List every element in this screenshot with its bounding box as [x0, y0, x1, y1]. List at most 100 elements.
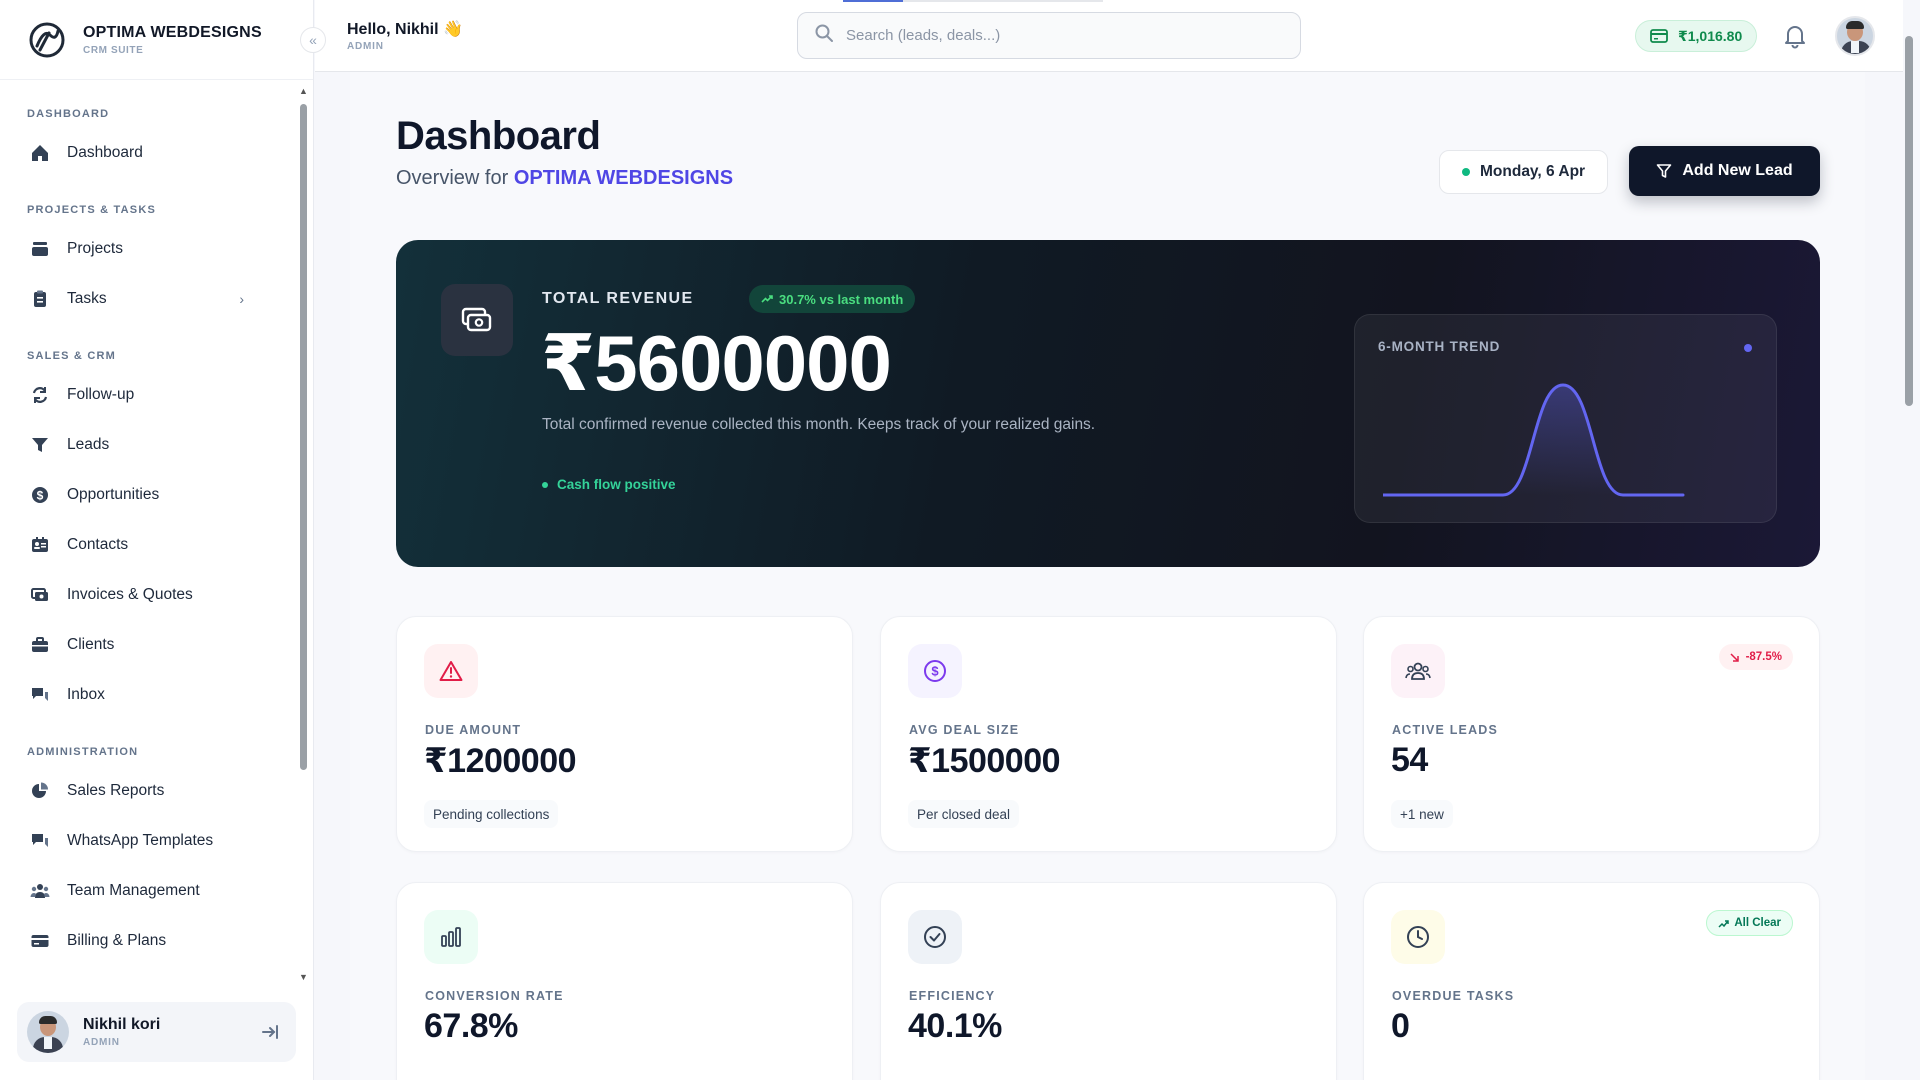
- sidebar-item-label: Projects: [67, 240, 123, 257]
- stat-value: 0: [1391, 1007, 1410, 1045]
- sidebar-item-invoices-quotes[interactable]: Invoices & Quotes: [0, 570, 296, 620]
- trend-indicator-dot: [1744, 344, 1752, 352]
- active-leads-change-badge: -87.5%: [1718, 644, 1793, 670]
- bell-icon[interactable]: [1783, 23, 1807, 54]
- status-dot: [542, 481, 548, 488]
- stat-label: DUE AMOUNT: [425, 723, 522, 737]
- sidebar-item-clients[interactable]: Clients: [0, 620, 296, 670]
- sidebar: OPTIMA WEBDESIGNS CRM SUITE « DASHBOARD …: [0, 0, 326, 1080]
- topbar: Hello, Nikhil 👋 ADMIN ₹1,016.80: [315, 0, 1903, 72]
- nav-section-title: SALES & CRM: [27, 350, 116, 362]
- chat-icon: [30, 685, 50, 705]
- contact-card-icon: [30, 535, 50, 555]
- nav-section-title: DASHBOARD: [27, 108, 110, 120]
- page-scrollbar[interactable]: [1903, 30, 1915, 410]
- sidebar-item-label: Leads: [67, 436, 110, 453]
- sidebar-scrollbar[interactable]: ▲ ▼: [298, 86, 310, 982]
- add-new-lead-button[interactable]: Add New Lead: [1629, 146, 1820, 196]
- page-subtitle: Overview for OPTIMA WEBDESIGNS: [396, 167, 733, 190]
- conversion-sparkline: [397, 1037, 853, 1080]
- logout-icon[interactable]: [260, 1022, 280, 1047]
- users-icon: [1391, 644, 1445, 698]
- stat-note: +1 new: [1391, 800, 1453, 828]
- sidebar-item-projects[interactable]: Projects: [0, 224, 296, 274]
- stat-label: AVG DEAL SIZE: [909, 723, 1020, 737]
- stat-label: EFFICIENCY: [909, 989, 996, 1003]
- user-role: ADMIN: [83, 1037, 120, 1048]
- refresh-icon: [30, 385, 50, 405]
- sidebar-scroll-thumb[interactable]: [300, 104, 307, 770]
- avg-deal-size-card[interactable]: $ AVG DEAL SIZE ₹1500000 Per closed deal: [880, 616, 1337, 852]
- stat-value: ₹1200000: [424, 742, 577, 780]
- top-avatar[interactable]: [1835, 16, 1875, 56]
- clipboard-icon: [30, 289, 50, 309]
- chevron-right-icon[interactable]: ›: [239, 291, 244, 307]
- greeting-text: Hello, Nikhil 👋: [347, 21, 463, 38]
- dollar-circle-icon: $: [908, 644, 962, 698]
- sidebar-item-leads[interactable]: Leads: [0, 420, 296, 470]
- sidebar-item-opportunities[interactable]: $ Opportunities: [0, 470, 296, 520]
- brand[interactable]: OPTIMA WEBDESIGNS CRM SUITE «: [0, 0, 326, 80]
- efficiency-card[interactable]: EFFICIENCY 40.1%: [880, 882, 1337, 1080]
- sidebar-item-inbox[interactable]: Inbox: [0, 670, 296, 720]
- scroll-down-icon[interactable]: ▼: [299, 972, 308, 982]
- wallet-balance-badge[interactable]: ₹1,016.80: [1635, 20, 1758, 52]
- sidebar-item-label: Team Management: [67, 882, 200, 899]
- stat-note: Per closed deal: [908, 800, 1020, 828]
- trending-up-icon: [1718, 919, 1730, 928]
- sidebar-item-sales-reports[interactable]: Sales Reports: [0, 766, 296, 816]
- nav-section-title: ADMINISTRATION: [27, 746, 139, 758]
- status-dot: [1462, 168, 1470, 176]
- avatar: [27, 1011, 69, 1053]
- sidebar-item-label: Clients: [67, 636, 115, 653]
- efficiency-sparkline: [881, 1037, 1337, 1080]
- sidebar-item-label: Follow-up: [67, 386, 135, 403]
- search-input[interactable]: [846, 27, 1266, 44]
- home-icon: [30, 143, 50, 163]
- scroll-up-icon[interactable]: ▲: [299, 86, 308, 96]
- search-box[interactable]: [797, 12, 1301, 59]
- total-revenue-description: Total confirmed revenue collected this m…: [542, 416, 1096, 433]
- sidebar-item-label: Contacts: [67, 536, 129, 553]
- overdue-status-text: All Clear: [1734, 917, 1781, 929]
- collapse-sidebar-button[interactable]: «: [300, 27, 326, 53]
- stat-value: ₹1500000: [908, 742, 1061, 780]
- funnel-icon: [30, 435, 50, 455]
- conversion-rate-card[interactable]: CONVERSION RATE 67.8%: [396, 882, 853, 1080]
- subtitle-prefix: Overview for: [396, 167, 509, 189]
- money-icon: [30, 585, 50, 605]
- due-amount-card[interactable]: DUE AMOUNT ₹1200000 Pending collections: [396, 616, 853, 852]
- sidebar-item-label: WhatsApp Templates: [67, 832, 214, 849]
- sidebar-item-label: Dashboard: [67, 144, 143, 161]
- page-scroll-thumb[interactable]: [1905, 36, 1913, 406]
- sidebar-item-team-management[interactable]: Team Management: [0, 866, 296, 916]
- sidebar-item-contacts[interactable]: Contacts: [0, 520, 296, 570]
- wallet-icon: [1650, 29, 1668, 43]
- total-revenue-label: TOTAL REVENUE: [542, 290, 694, 307]
- user-profile-card[interactable]: Nikhil kori ADMIN: [17, 1002, 296, 1062]
- active-leads-card[interactable]: -87.5% ACTIVE LEADS 54 +1 new: [1363, 616, 1820, 852]
- total-revenue-card: TOTAL REVENUE 30.7% vs last month ₹56000…: [396, 240, 1820, 567]
- sidebar-item-billing-plans[interactable]: Billing & Plans: [0, 916, 296, 966]
- stat-label: CONVERSION RATE: [425, 989, 564, 1003]
- overdue-tasks-card[interactable]: All Clear OVERDUE TASKS 0: [1363, 882, 1820, 1080]
- chat-bubbles-icon: [30, 831, 50, 851]
- main-content: Dashboard Overview for OPTIMA WEBDESIGNS…: [350, 72, 1865, 1080]
- wallet-balance: ₹1,016.80: [1678, 27, 1743, 44]
- svg-text:$: $: [37, 489, 44, 503]
- user-name: Nikhil kori: [83, 1016, 161, 1033]
- sidebar-item-whatsapp-templates[interactable]: WhatsApp Templates: [0, 816, 296, 866]
- stat-label: ACTIVE LEADS: [1392, 723, 1499, 737]
- sidebar-item-tasks[interactable]: Tasks ›: [0, 274, 296, 324]
- sidebar-item-dashboard[interactable]: Dashboard: [0, 128, 296, 178]
- top-loading-bar: [843, 0, 1103, 2]
- organization-name[interactable]: OPTIMA WEBDESIGNS: [514, 167, 733, 189]
- revenue-growth-text: 30.7% vs last month: [779, 291, 904, 307]
- greeting: Hello, Nikhil 👋 ADMIN: [347, 19, 463, 52]
- stat-label: OVERDUE TASKS: [1392, 989, 1515, 1003]
- greeting-role: ADMIN: [347, 41, 384, 52]
- team-icon: [30, 881, 50, 901]
- sidebar-item-follow-up[interactable]: Follow-up: [0, 370, 296, 420]
- sidebar-item-label: Tasks: [67, 290, 107, 307]
- total-revenue-value: ₹5600000: [541, 319, 892, 407]
